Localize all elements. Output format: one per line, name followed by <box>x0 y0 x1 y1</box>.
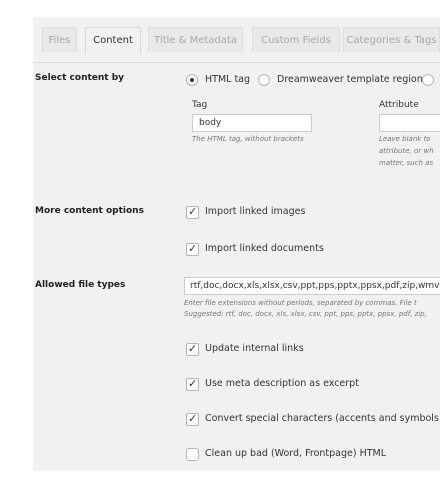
radio-html-tag[interactable] <box>186 74 198 86</box>
attribute-label: Attribute <box>379 100 419 110</box>
radio-dreamweaver-label: Dreamweaver template region <box>277 74 423 85</box>
clean-html-checkbox[interactable] <box>186 448 199 461</box>
file-types-help-2: Suggested: rtf, doc, docx, xls, xlsx, cs… <box>184 310 427 318</box>
file-types-label: Allowed file types <box>35 280 126 290</box>
file-types-input[interactable]: rtf,doc,docx,xls,xlsx,csv,ppt,pps,pptx,p… <box>184 277 440 295</box>
select-content-label: Select content by <box>35 73 125 83</box>
import-images-checkbox[interactable]: ✓ <box>186 205 199 219</box>
meta-excerpt-checkbox[interactable]: ✓ <box>186 377 199 391</box>
tag-label: Tag <box>192 100 208 110</box>
attribute-help-3: matter, such as <box>379 159 434 167</box>
attribute-input[interactable] <box>379 114 440 132</box>
settings-panel: Files Content Title & Metadata Custom Fi… <box>33 17 440 471</box>
convert-special-label: Convert special characters (accents and … <box>205 413 440 424</box>
check-icon: ✓ <box>188 242 198 255</box>
import-images-label: Import linked images <box>205 206 306 217</box>
meta-excerpt-label: Use meta description as excerpt <box>205 378 359 389</box>
more-content-label: More content options <box>35 206 144 216</box>
attribute-help-1: Leave blank to <box>379 135 431 143</box>
tag-input[interactable]: body <box>192 114 312 132</box>
check-icon: ✓ <box>188 342 198 355</box>
update-links-label: Update internal links <box>205 343 304 354</box>
tab-categories-tags[interactable]: Categories & Tags <box>343 27 440 52</box>
check-icon: ✓ <box>188 205 198 218</box>
tab-title-metadata[interactable]: Title & Metadata <box>148 27 243 52</box>
tab-files[interactable]: Files <box>42 27 77 52</box>
check-icon: ✓ <box>188 377 198 390</box>
convert-special-checkbox[interactable]: ✓ <box>186 412 199 426</box>
tab-custom-fields[interactable]: Custom Fields <box>252 27 340 52</box>
tab-bar: Files Content Title & Metadata Custom Fi… <box>33 27 440 63</box>
tab-underline <box>33 62 440 63</box>
attribute-help-2: attribute, or wh <box>379 147 434 155</box>
check-icon: ✓ <box>188 412 198 425</box>
clean-html-label: Clean up bad (Word, Frontpage) HTML <box>205 448 387 459</box>
tab-content[interactable]: Content <box>85 27 141 54</box>
radio-dreamweaver-region[interactable] <box>258 74 270 86</box>
tag-help: The HTML tag, without brackets <box>192 135 304 143</box>
import-documents-checkbox[interactable]: ✓ <box>186 242 199 256</box>
import-documents-label: Import linked documents <box>205 243 324 254</box>
radio-html-tag-label: HTML tag <box>205 74 251 85</box>
update-links-checkbox[interactable]: ✓ <box>186 342 199 356</box>
radio-third-option[interactable] <box>422 74 434 86</box>
